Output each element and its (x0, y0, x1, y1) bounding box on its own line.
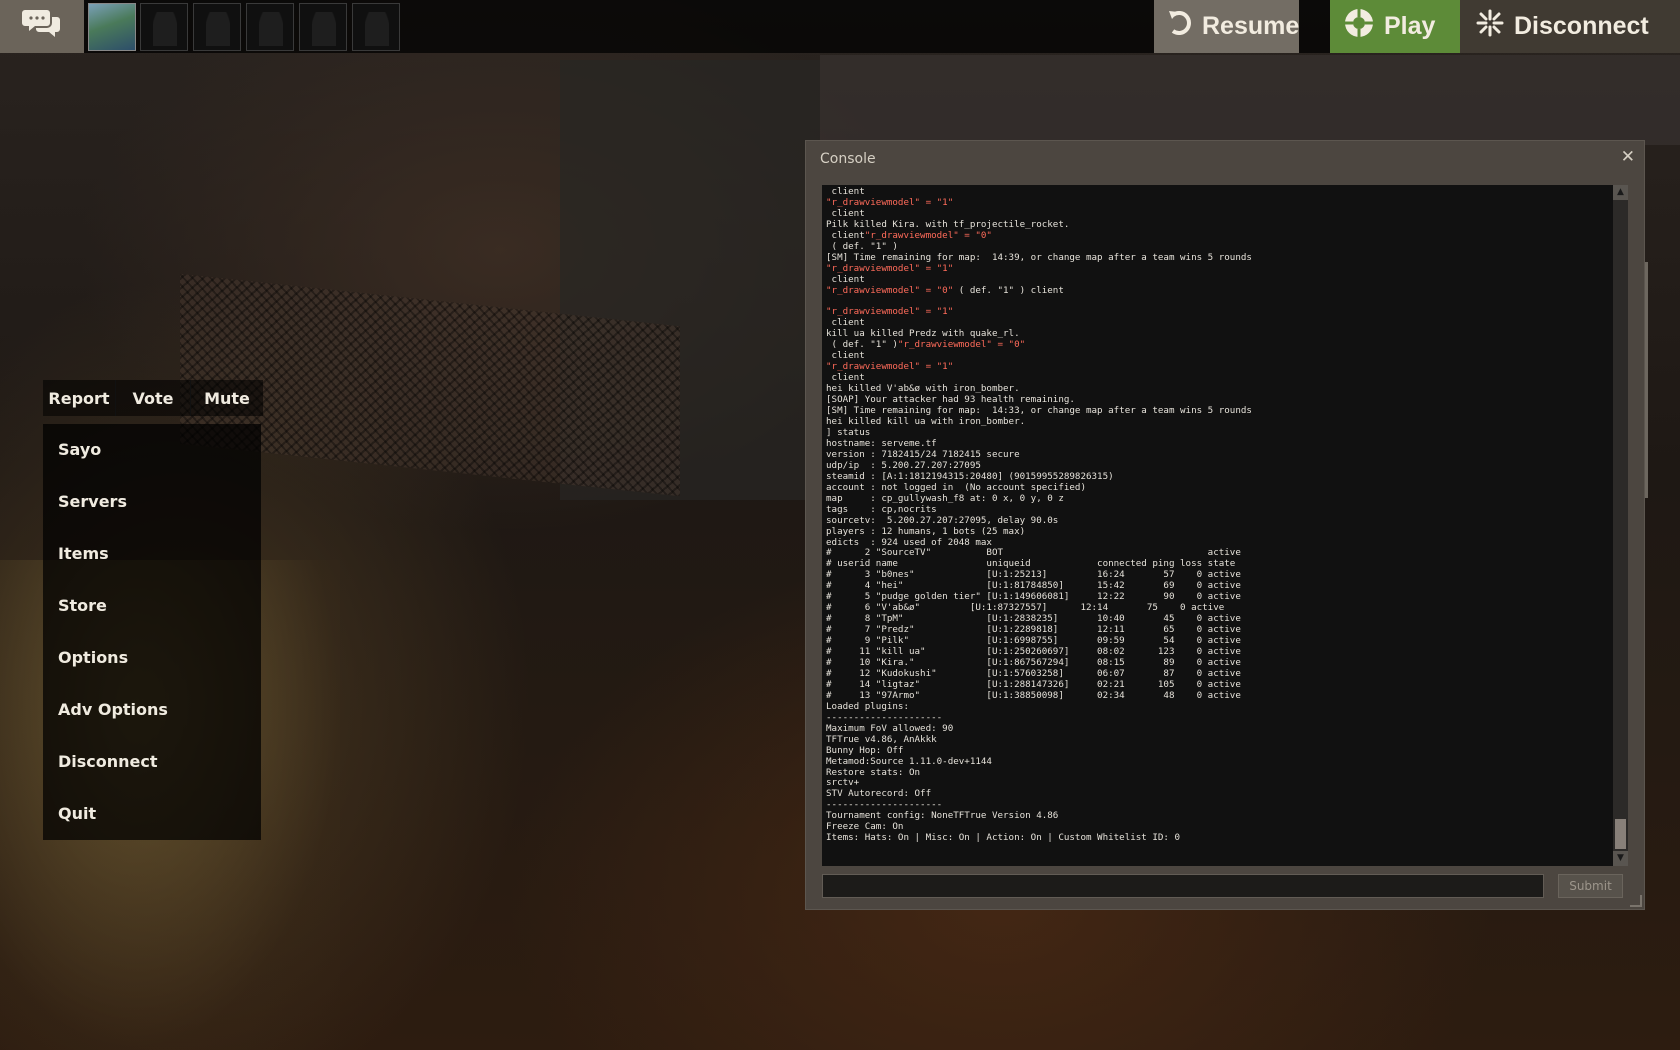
console-line: "r_drawviewmodel" = "1" (826, 361, 954, 373)
vote-label: Vote (132, 388, 174, 408)
scroll-up-icon[interactable]: ▲ (1613, 185, 1628, 200)
menu-item-adv-options[interactable]: Adv Options (43, 684, 261, 736)
player-silhouette-icon (312, 12, 336, 46)
player-slot[interactable] (140, 3, 188, 51)
console-line: Loaded plugins: (826, 700, 909, 712)
console-line: # 13 "97Armo" [U:1:38850098] 02:34 48 0 … (826, 689, 1241, 701)
scroll-down-icon[interactable]: ▼ (1613, 851, 1628, 866)
menu-item-options[interactable]: Options (43, 632, 261, 684)
player-silhouette-icon (206, 12, 230, 46)
main-menu: Sayo Servers Items Store Options Adv Opt… (43, 424, 261, 840)
disconnect-top-label: Disconnect (1514, 12, 1649, 40)
disconnect-top-button[interactable]: Disconnect (1460, 0, 1680, 53)
menu-item-servers[interactable]: Servers (43, 476, 261, 528)
play-label: Play (1384, 12, 1436, 40)
console-line: map : cp_gullywash_f8 at: 0 x, 0 y, 0 z (826, 492, 1064, 504)
player-silhouette-icon (153, 12, 177, 46)
play-logo-icon (1344, 8, 1374, 45)
background-wall (820, 55, 1680, 145)
menu-item-quit[interactable]: Quit (43, 788, 261, 840)
player-slot[interactable] (299, 3, 347, 51)
menu-item-items[interactable]: Items (43, 528, 261, 580)
resume-arrow-icon (1168, 10, 1192, 43)
mute-button[interactable]: Mute (191, 380, 263, 416)
console-line: Items: Hats: On | Misc: On | Action: On … (826, 832, 1181, 844)
scrollbar-thumb[interactable] (1615, 819, 1626, 849)
vote-button[interactable]: Vote (116, 380, 191, 416)
console-line: Metamod:Source 1.11.0-dev+1144 (826, 755, 992, 767)
top-bar: Resume Play Disconnect (0, 0, 1680, 53)
console-log[interactable]: client "r_drawviewmodel" = "1" client Pilk… (822, 185, 1617, 866)
console-line: "r_drawviewmodel" = "0" ( def. "1" ) cli… (826, 284, 1064, 296)
menu-item-store[interactable]: Store (43, 580, 261, 632)
submit-button[interactable]: Submit (1558, 874, 1623, 898)
console-line: ] status (826, 426, 871, 438)
console-line: "r_drawviewmodel" = "1" (826, 196, 954, 208)
player-slot[interactable] (352, 3, 400, 51)
console-line: Maximum FoV allowed: 90 (826, 722, 954, 734)
player-silhouette-icon (365, 12, 389, 46)
chat-bubbles-icon (22, 7, 62, 47)
resume-label: Resume (1202, 12, 1300, 40)
resume-button[interactable]: Resume (1154, 0, 1299, 53)
report-label: Report (48, 388, 110, 408)
resize-grip-icon[interactable] (1630, 895, 1642, 907)
console-line: "r_drawviewmodel" = "1" (826, 306, 954, 318)
player-slot[interactable] (246, 3, 294, 51)
console-command-input[interactable] (822, 874, 1544, 898)
disconnect-spark-icon (1476, 9, 1504, 44)
console-line: srctv+ (826, 777, 860, 789)
console-title: Console (820, 151, 876, 167)
player-silhouette-icon (259, 12, 283, 46)
menu-item-sayo[interactable]: Sayo (43, 424, 261, 476)
console-line: "r_drawviewmodel" = "1" (826, 262, 954, 274)
edge-scroll-indicator (1645, 262, 1648, 498)
console-line: STV Autorecord: Off (826, 788, 932, 800)
console-line: Tournament config: NoneTFTrue Version 4.… (826, 810, 1059, 822)
console-window[interactable]: Console ✕ client "r_drawviewmodel" = "1" … (805, 140, 1645, 910)
console-log-text: client "r_drawviewmodel" = "1" client Pilk… (822, 185, 1617, 846)
close-icon[interactable]: ✕ (1621, 147, 1635, 167)
player-actions-tabs: Report Vote Mute (43, 380, 263, 416)
menu-item-disconnect[interactable]: Disconnect (43, 736, 261, 788)
mute-label: Mute (204, 388, 250, 408)
player-slot[interactable] (193, 3, 241, 51)
console-line: ( def. "1" )"r_drawviewmodel" = "0" (826, 339, 1026, 351)
console-line: TFTrue v4.86, AnAkkk (826, 733, 937, 745)
chat-button[interactable] (0, 0, 84, 53)
console-scrollbar[interactable]: ▲ ▼ (1613, 185, 1628, 866)
player-avatar-self[interactable] (88, 3, 136, 51)
console-line: Restore stats: On (826, 766, 921, 778)
console-line: hei killed kill ua with iron_bomber. (826, 416, 1026, 428)
report-button[interactable]: Report (43, 380, 116, 416)
console-line: client"r_drawviewmodel" = "0" (826, 229, 992, 241)
play-button[interactable]: Play (1330, 0, 1460, 53)
